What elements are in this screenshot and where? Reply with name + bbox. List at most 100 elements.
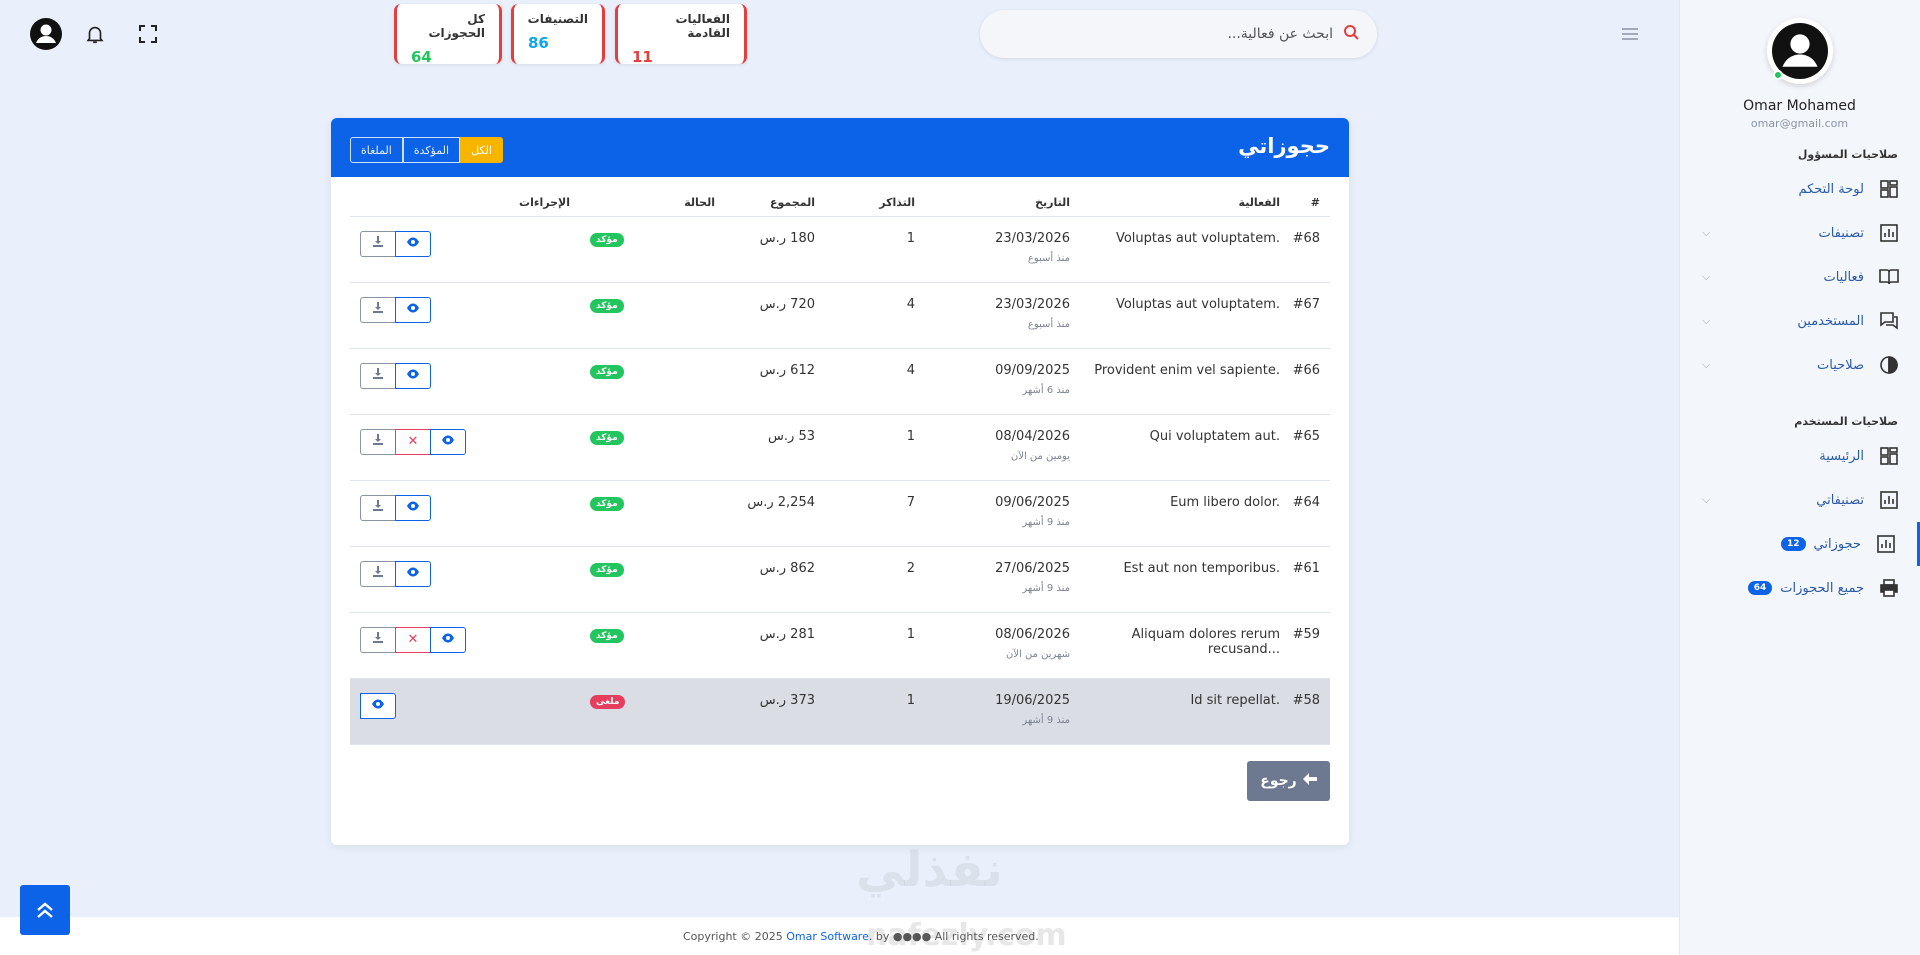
copyright-prefix: Copyright © 2025	[683, 930, 787, 943]
status-badge: مؤكد	[590, 430, 624, 445]
stat-label: التصنيفات	[527, 12, 588, 26]
column-header: التذاكر	[825, 189, 925, 217]
booking-id: #67	[1290, 282, 1330, 349]
download-ticket-button[interactable]	[360, 560, 396, 587]
view-booking-button[interactable]	[395, 560, 431, 587]
filter-cancelled-button[interactable]: الملغاة	[350, 137, 403, 163]
event-name: Est aut non temporibus.	[1123, 560, 1280, 576]
chart-icon	[1875, 533, 1897, 555]
stat-value: 64	[411, 48, 432, 66]
sidebar: Omar Mohamed omar@gmail.com صلاحيات المس…	[1679, 0, 1920, 955]
sidebar-item-events[interactable]: فعاليات ⌵	[1680, 255, 1920, 299]
table-row: #66 Provident enim vel sapiente. 09/09/202…	[350, 348, 1330, 415]
actions-cell: ✕	[350, 612, 580, 679]
sidebar-item-dashboard[interactable]: لوحة التحكم	[1680, 167, 1920, 211]
back-button[interactable]: رجوع	[1247, 761, 1330, 801]
scroll-to-top-button[interactable]	[20, 885, 70, 935]
status-badge: مؤكد	[590, 562, 624, 577]
search-input[interactable]	[998, 26, 1343, 42]
download-ticket-button[interactable]	[360, 428, 396, 455]
total-amount: 612 ر.س	[725, 348, 825, 415]
view-booking-button[interactable]	[395, 296, 431, 323]
tickets-count: 7	[825, 480, 925, 547]
status-cell: مؤكد	[580, 282, 725, 349]
event-name: Voluptas aut voluptatem.	[1115, 296, 1280, 312]
sidebar-item-all-bookings[interactable]: جميع الحجوزات 64	[1680, 566, 1920, 610]
view-booking-button[interactable]	[395, 362, 431, 389]
status-badge: مؤكد	[590, 364, 624, 379]
relative-time: شهرين من الآن	[1005, 648, 1070, 660]
status-badge: مؤكد	[590, 232, 624, 247]
total-amount: 373 ر.س	[725, 678, 825, 745]
column-header: التاريخ	[925, 189, 1080, 217]
column-header: #	[1290, 189, 1330, 217]
view-booking-button[interactable]	[395, 230, 431, 257]
stat-card-categories: التصنيفات 86	[511, 4, 605, 64]
booking-date: 09/06/2025	[995, 494, 1070, 510]
cancel-booking-button[interactable]: ✕	[395, 428, 431, 455]
sidebar-item-my-bookings[interactable]: حجوزاتي 12	[1680, 522, 1920, 566]
sidebar-item-categories[interactable]: تصنيفات ⌵	[1680, 211, 1920, 255]
fullscreen-icon[interactable]	[130, 16, 166, 52]
download-ticket-button[interactable]	[360, 626, 396, 653]
sidebar-item-permissions[interactable]: صلاحيات ⌵	[1680, 343, 1920, 387]
event-name: Aliquam dolores rerum recusand...	[1131, 626, 1280, 657]
search-icon[interactable]	[1343, 24, 1359, 44]
filter-confirmed-button[interactable]: المؤكدة	[402, 137, 461, 163]
row-actions	[360, 296, 570, 323]
relative-time: منذ 9 أشهر	[1022, 582, 1070, 594]
event-cell: Id sit repellat.	[1080, 678, 1290, 745]
dashboard-icon	[1878, 178, 1900, 200]
eye-icon	[441, 434, 455, 449]
event-cell: Aliquam dolores rerum recusand...	[1080, 612, 1290, 679]
filter-all-button[interactable]: الكل	[460, 137, 503, 163]
relative-time: منذ أسبوع	[1027, 318, 1070, 330]
user-avatar-icon[interactable]	[28, 16, 64, 52]
view-booking-button[interactable]	[360, 692, 396, 719]
bookings-card: حجوزاتي الملغاة المؤكدة الكل # الفعالية …	[331, 118, 1349, 845]
sidebar-item-users[interactable]: المستخدمين ⌵	[1680, 299, 1920, 343]
sidebar-item-home[interactable]: الرئيسية	[1680, 434, 1920, 478]
download-icon	[372, 631, 384, 648]
cancel-booking-button[interactable]: ✕	[395, 626, 431, 653]
bell-icon[interactable]	[77, 16, 113, 52]
row-actions	[360, 692, 570, 719]
sidebar-item-label: جميع الحجوزات	[1780, 580, 1864, 596]
actions-cell	[350, 282, 580, 349]
view-booking-button[interactable]	[430, 428, 466, 455]
total-amount: 720 ر.س	[725, 282, 825, 349]
avatar[interactable]	[1766, 18, 1833, 84]
row-actions: ✕	[360, 428, 570, 455]
profile-email: omar@gmail.com	[1750, 117, 1849, 130]
date-cell: 09/09/2025 منذ 6 أشهر	[925, 348, 1080, 415]
total-amount: 2,254 ر.س	[725, 480, 825, 547]
brand-link[interactable]: Omar Software	[786, 930, 869, 943]
event-cell: Provident enim vel sapiente.	[1080, 348, 1290, 415]
view-booking-button[interactable]	[395, 494, 431, 521]
sidebar-item-my-categories[interactable]: تصنيفاتي ⌵	[1680, 478, 1920, 522]
sidebar-item-label: لوحة التحكم	[1798, 181, 1864, 197]
download-ticket-button[interactable]	[360, 230, 396, 257]
chevron-down-icon: ⌵	[1702, 226, 1711, 239]
view-booking-button[interactable]	[430, 626, 466, 653]
page-title: حجوزاتي	[1238, 134, 1330, 158]
download-ticket-button[interactable]	[360, 494, 396, 521]
download-ticket-button[interactable]	[360, 296, 396, 323]
sidebar-section-user: صلاحيات المستخدم	[1794, 415, 1898, 428]
stat-value: 86	[528, 34, 549, 52]
sidebar-item-label: صلاحيات	[1817, 357, 1864, 373]
row-actions: ✕	[360, 626, 570, 653]
download-ticket-button[interactable]	[360, 362, 396, 389]
status-cell: مؤكد	[580, 480, 725, 547]
table-row: #58 Id sit repellat. 19/06/2025 منذ 9 أشهر 1…	[350, 678, 1330, 745]
relative-time: منذ 6 أشهر	[1022, 384, 1070, 396]
booking-id: #65	[1290, 414, 1330, 481]
chevron-down-icon: ⌵	[1702, 314, 1711, 327]
watermark-url: nafezly.com	[866, 918, 1067, 953]
relative-time: منذ 9 أشهر	[1022, 516, 1070, 528]
dashboard-icon	[1878, 445, 1900, 467]
booking-date: 08/06/2026	[995, 626, 1070, 642]
menu-toggle-icon[interactable]	[1612, 16, 1648, 52]
circle-half-icon	[1878, 354, 1900, 376]
date-cell: 08/06/2026 شهرين من الآن	[925, 612, 1080, 679]
